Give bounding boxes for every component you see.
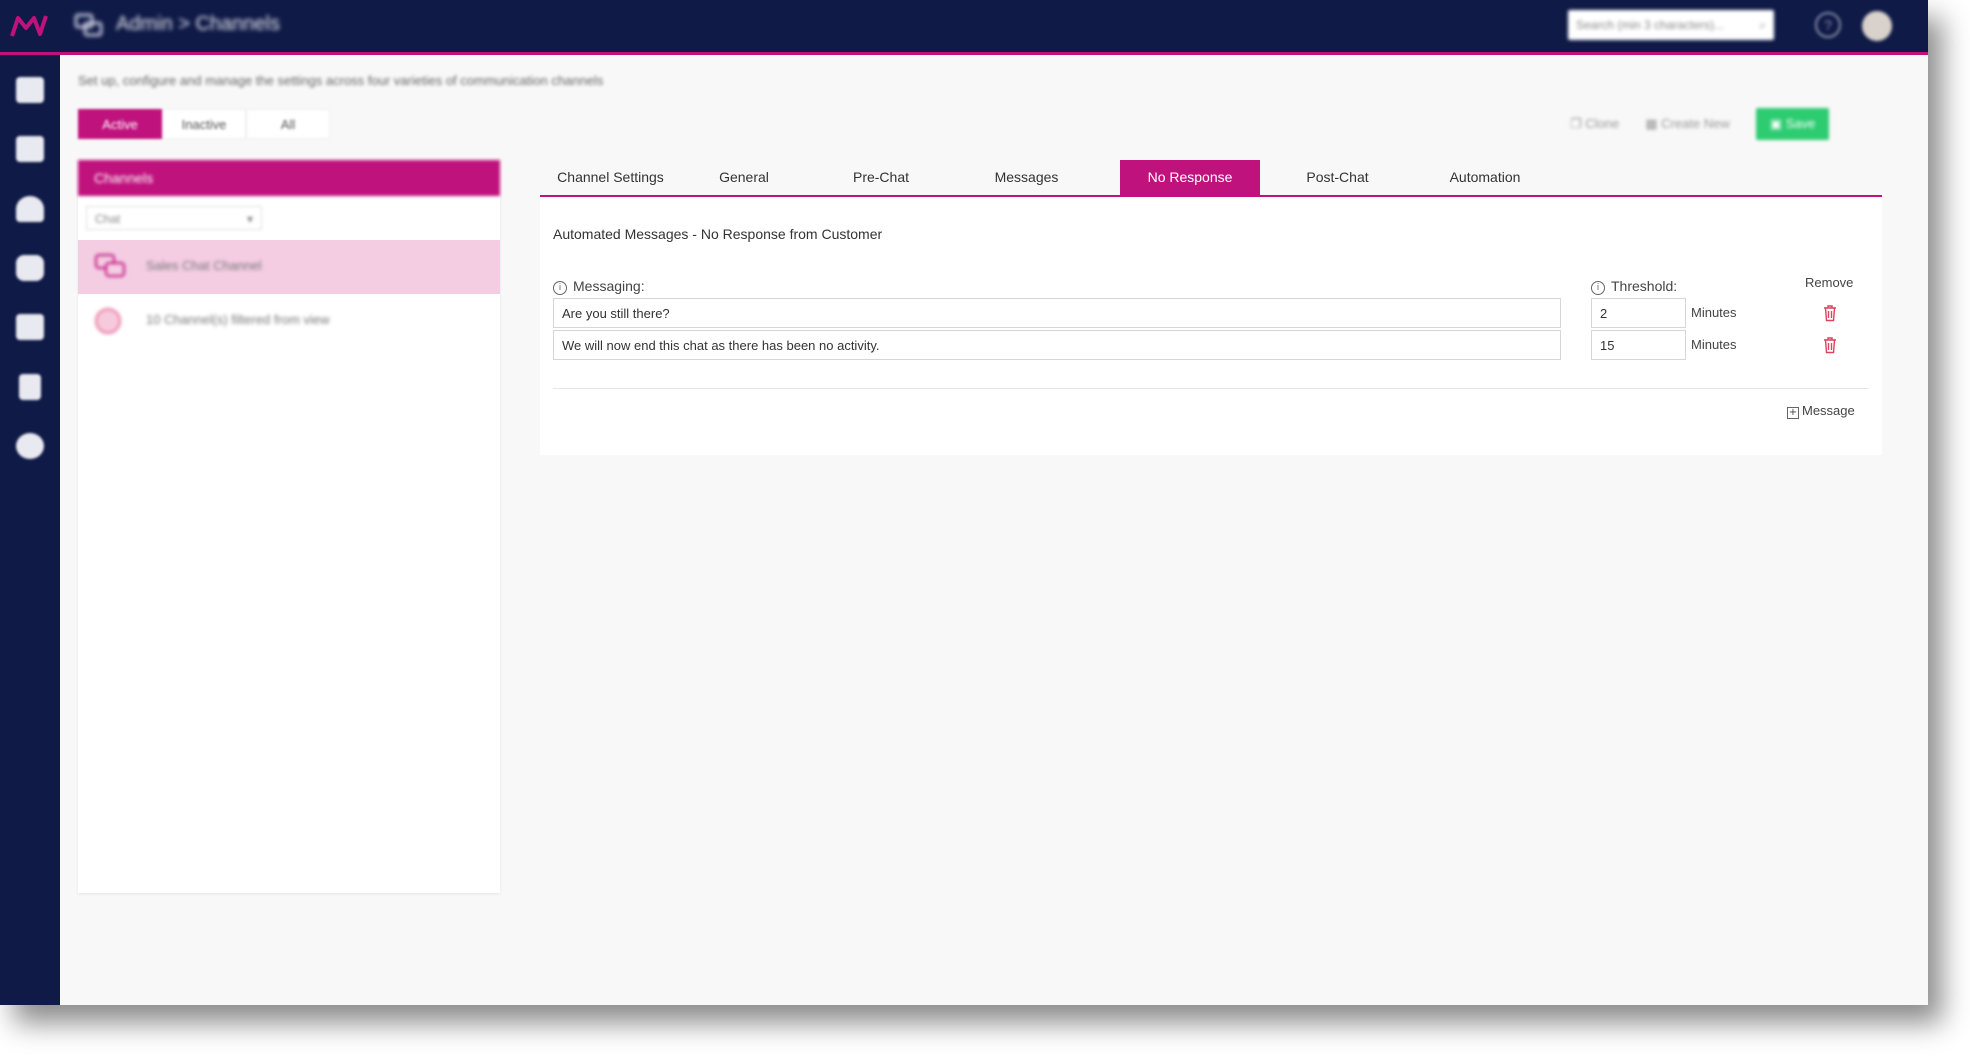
channels-panel: Channels Chat ▾ Sales Chat Channel 10 Ch… <box>78 160 500 893</box>
top-bar: Admin > Channels Search (min 3 character… <box>0 0 1928 55</box>
dashboard-icon[interactable] <box>16 196 44 222</box>
threshold-unit: Minutes <box>1691 305 1737 320</box>
clone-label: Clone <box>1585 116 1620 131</box>
info-icon[interactable]: i <box>1591 281 1605 295</box>
inbox-icon[interactable] <box>16 314 44 340</box>
plus-icon: + <box>1787 407 1799 419</box>
filter-inactive[interactable]: Inactive <box>162 109 246 139</box>
tab-pre-chat[interactable]: Pre-Chat <box>807 160 955 195</box>
messaging-label: i Messaging: <box>553 278 645 295</box>
channel-type-select[interactable]: Chat ▾ <box>86 206 262 230</box>
filtered-count-text: 10 Channel(s) filtered from view <box>146 312 330 327</box>
settings-tabs: Channel Settings General Pre-Chat Messag… <box>540 160 1882 197</box>
no-response-panel: Automated Messages - No Response from Cu… <box>540 197 1882 455</box>
tab-no-response[interactable]: No Response <box>1120 160 1260 195</box>
section-title: Automated Messages - No Response from Cu… <box>553 226 883 242</box>
document-icon[interactable] <box>16 374 44 400</box>
settings-icon[interactable] <box>16 433 44 459</box>
filter-icon <box>95 308 121 334</box>
breadcrumb[interactable]: Admin > Channels <box>116 13 280 36</box>
toolbar-actions: ❐ Clone ▦ Create New ▣ Save <box>1570 108 1830 140</box>
tab-messages[interactable]: Messages <box>955 160 1098 195</box>
create-new-label: Create New <box>1661 116 1730 131</box>
chat-icon <box>95 254 125 277</box>
message-input[interactable] <box>553 298 1561 328</box>
save-label: Save <box>1785 116 1816 131</box>
channels-panel-title: Channels <box>78 160 500 196</box>
tab-channel-settings[interactable]: Channel Settings <box>540 160 681 195</box>
channel-list-item[interactable]: Sales Chat Channel <box>78 240 500 294</box>
channel-list-item[interactable]: 10 Channel(s) filtered from view <box>78 294 500 348</box>
home-icon[interactable] <box>16 77 44 103</box>
trash-icon[interactable] <box>1822 336 1838 354</box>
channels-icon <box>74 13 103 37</box>
search-placeholder: Search (min 3 characters)... <box>1576 18 1725 32</box>
channel-name: Sales Chat Channel <box>146 258 262 273</box>
page-description: Set up, configure and manage the setting… <box>78 73 604 88</box>
filter-active[interactable]: Active <box>78 109 162 139</box>
channel-type-value: Chat <box>95 212 121 226</box>
tab-general[interactable]: General <box>681 160 807 195</box>
trash-icon[interactable] <box>1822 304 1838 322</box>
messaging-label-text: Messaging: <box>573 278 645 294</box>
filter-all[interactable]: All <box>246 109 330 139</box>
list-icon[interactable] <box>16 136 44 162</box>
search-input[interactable]: Search (min 3 characters)... ⌕ <box>1568 10 1774 40</box>
database-icon[interactable] <box>16 255 44 281</box>
avatar[interactable] <box>1862 11 1892 41</box>
logo-icon[interactable] <box>10 12 50 40</box>
save-button[interactable]: ▣ Save <box>1755 108 1830 140</box>
remove-label: Remove <box>1805 275 1854 290</box>
threshold-input[interactable] <box>1591 298 1686 328</box>
message-input[interactable] <box>553 330 1561 360</box>
chevron-down-icon: ▾ <box>246 212 253 226</box>
threshold-label: i Threshold: <box>1591 278 1677 295</box>
create-new-button[interactable]: ▦ Create New <box>1645 116 1730 132</box>
info-icon[interactable]: i <box>553 281 567 295</box>
status-filter: Active Inactive All <box>78 109 330 139</box>
left-nav <box>0 55 60 1005</box>
add-message-button[interactable]: + Message <box>1787 403 1855 419</box>
threshold-input[interactable] <box>1591 330 1686 360</box>
help-icon[interactable]: ? <box>1815 12 1841 38</box>
app-window: Admin > Channels Search (min 3 character… <box>0 0 1928 1005</box>
divider <box>553 388 1869 389</box>
tab-automation[interactable]: Automation <box>1415 160 1555 195</box>
threshold-label-text: Threshold: <box>1611 278 1678 294</box>
threshold-unit: Minutes <box>1691 337 1737 352</box>
search-icon[interactable]: ⌕ <box>1759 10 1766 40</box>
clone-button[interactable]: ❐ Clone <box>1570 116 1619 132</box>
add-message-label: Message <box>1802 403 1855 418</box>
tab-post-chat[interactable]: Post-Chat <box>1260 160 1415 195</box>
